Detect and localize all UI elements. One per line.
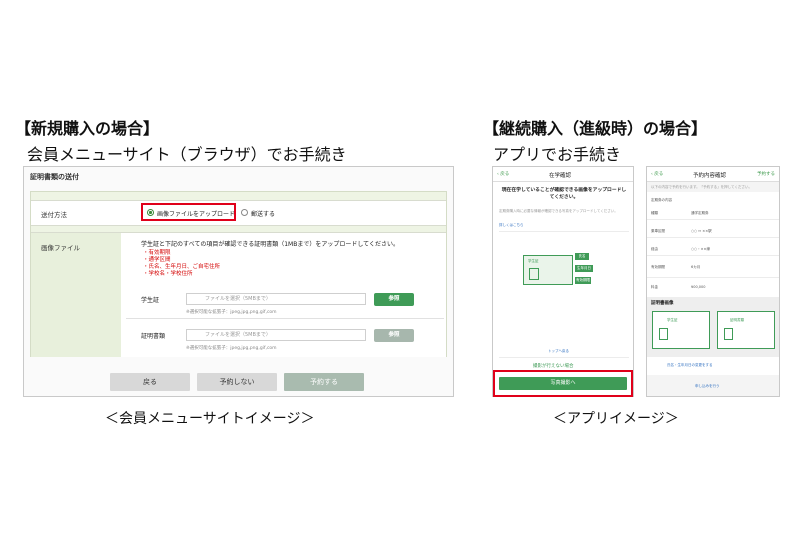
browser-caption: ＜会員メニューサイトイメージ＞: [105, 411, 315, 427]
send-method-row: 送付方法 画像ファイルをアップロード 郵送する: [31, 200, 446, 226]
app-title: 在学確認: [549, 173, 572, 179]
note-bar: 以下の内容で予約を行います。「予約する」を押してください。: [647, 182, 779, 192]
row-label: 料金: [651, 285, 658, 289]
row-label: 有効期間: [651, 265, 665, 269]
photo-icon: [529, 268, 539, 280]
info-text: 定期券購入時に必要な情報が確認できる写真をアップロードしてください。: [499, 209, 618, 213]
row-value: 6カ月: [691, 265, 701, 269]
extensions-note: ※選択可能な拡張子：jpeg,jpg,png,gif,com: [186, 310, 277, 315]
card-label: 学生証: [528, 259, 539, 263]
next-link[interactable]: 予約する: [757, 171, 775, 177]
mail-radio[interactable]: [241, 209, 248, 216]
upload-message: 現在在学していることが確認できる画像をアップロードしてください。: [501, 188, 627, 200]
student-id-label: 学生証: [141, 297, 160, 304]
required-item: ・学校名・学校住所: [143, 271, 193, 277]
row-value: ¥00,000: [691, 285, 706, 289]
reserve-button[interactable]: 予約する: [284, 373, 364, 391]
back-link[interactable]: ‹ 戻る: [651, 171, 663, 177]
card-label: 証明書類: [730, 318, 744, 322]
app-header: ‹ 戻る 在学確認: [493, 167, 633, 182]
image-file-row: 画像ファイル 学生証と下記のすべての項目が確認できる証明書類（1MBまで）をアッ…: [31, 232, 446, 357]
no-reserve-button[interactable]: 予約しない: [197, 373, 277, 391]
back-link[interactable]: ‹ 戻る: [497, 171, 509, 177]
divider: [647, 237, 779, 238]
top-link[interactable]: トップへ戻る: [548, 349, 569, 354]
shoot-button-highlight: 写真撮影へ: [493, 370, 633, 397]
cert-section: 証明書画像 学生証 証明書類: [647, 297, 779, 357]
row-value: ○○・××線: [691, 247, 710, 251]
certificate-browse-button[interactable]: 参照: [374, 329, 414, 342]
divider: [647, 255, 779, 256]
form-area: 送付方法 画像ファイルをアップロード 郵送する 画像ファイル 学生証と下記のすべ…: [30, 191, 447, 357]
confirm-note: 以下の内容で予約を行います。「予約する」を押してください。: [651, 185, 752, 189]
cert-section-title: 証明書画像: [651, 301, 674, 306]
mail-option-label[interactable]: 郵送する: [251, 209, 275, 218]
student-id-file-input[interactable]: ファイルを選択（5MBまで）: [186, 293, 366, 305]
cert-image-certificate: 証明書類: [717, 311, 775, 349]
section-label: 定期券の内容: [651, 198, 672, 202]
change-info-link[interactable]: 氏名・生年月日の変更をする: [667, 363, 713, 368]
divider: [647, 219, 779, 220]
tag-expiry: 有効期限: [575, 277, 591, 284]
new-purchase-heading: 【新規購入の場合】: [15, 119, 160, 138]
certificate-label: 証明書類: [141, 333, 166, 340]
extensions-note: ※選択可能な拡張子：jpeg,jpg,png,gif,com: [186, 346, 277, 351]
confirm-area: 申し込みを行う: [647, 375, 779, 396]
shoot-button[interactable]: 写真撮影へ: [499, 377, 627, 390]
row-value: 通学定期券: [691, 211, 709, 215]
app-screen-enrollment: ‹ 戻る 在学確認 現在在学していることが確認できる画像をアップロードしてくださ…: [492, 166, 634, 397]
photo-icon: [724, 328, 733, 340]
app-screen-confirm: ‹ 戻る 予約内容確認 予約する 以下の内容で予約を行います。「予約する」を押し…: [646, 166, 780, 397]
cannot-shoot-link[interactable]: 撮影が行えない場合: [533, 363, 574, 369]
upload-instruction: 学生証と下記のすべての項目が確認できる証明書類（1MBまで）をアップロードしてく…: [141, 241, 399, 248]
tag-name: 氏名: [575, 253, 589, 260]
app-title: 予約内容確認: [693, 173, 727, 179]
upload-radio[interactable]: [147, 209, 154, 216]
browser-subheading: 会員メニューサイト（ブラウザ）でお手続き: [27, 145, 347, 164]
row-label: 乗車区間: [651, 229, 665, 233]
student-id-browse-button[interactable]: 参照: [374, 293, 414, 306]
app-subheading: アプリでお手続き: [493, 145, 622, 164]
upload-option-highlight: 画像ファイルをアップロード: [141, 203, 236, 221]
app-header: ‹ 戻る 予約内容確認 予約する: [647, 167, 779, 182]
app-caption: ＜アプリイメージ＞: [553, 411, 679, 427]
send-method-label: 送付方法: [41, 211, 67, 219]
card-label: 学生証: [667, 318, 678, 322]
divider: [499, 231, 629, 232]
image-file-label: 画像ファイル: [41, 244, 80, 252]
row-value: ○○ ⇔ ××駅: [691, 229, 712, 233]
renew-purchase-heading: 【継続購入（進級時）の場合】: [483, 119, 708, 138]
row-label: 経由: [651, 247, 658, 251]
divider: [126, 318, 444, 319]
back-label: 戻る: [654, 172, 664, 177]
student-card-illustration: 学生証: [523, 255, 573, 285]
cert-image-student-id: 学生証: [652, 311, 710, 349]
section-title: 証明書類の送付: [30, 173, 79, 181]
detail-link[interactable]: 詳しくはこちら: [499, 223, 524, 228]
tag-birthdate: 生年月日: [575, 265, 593, 272]
photo-icon: [659, 328, 668, 340]
member-site-panel: 証明書類の送付 送付方法 画像ファイルをアップロード 郵送する 画像ファイル 学…: [23, 166, 454, 397]
upload-option-label[interactable]: 画像ファイルをアップロード: [157, 209, 235, 218]
apply-button[interactable]: 申し込みを行う: [695, 384, 720, 389]
back-button[interactable]: 戻る: [110, 373, 190, 391]
divider: [499, 357, 629, 358]
row-label: 種類: [651, 211, 658, 215]
image-file-label-cell: 画像ファイル: [31, 233, 121, 357]
divider: [647, 277, 779, 278]
back-label: 戻る: [500, 172, 510, 177]
certificate-file-input[interactable]: ファイルを選択（5MBまで）: [186, 329, 366, 341]
